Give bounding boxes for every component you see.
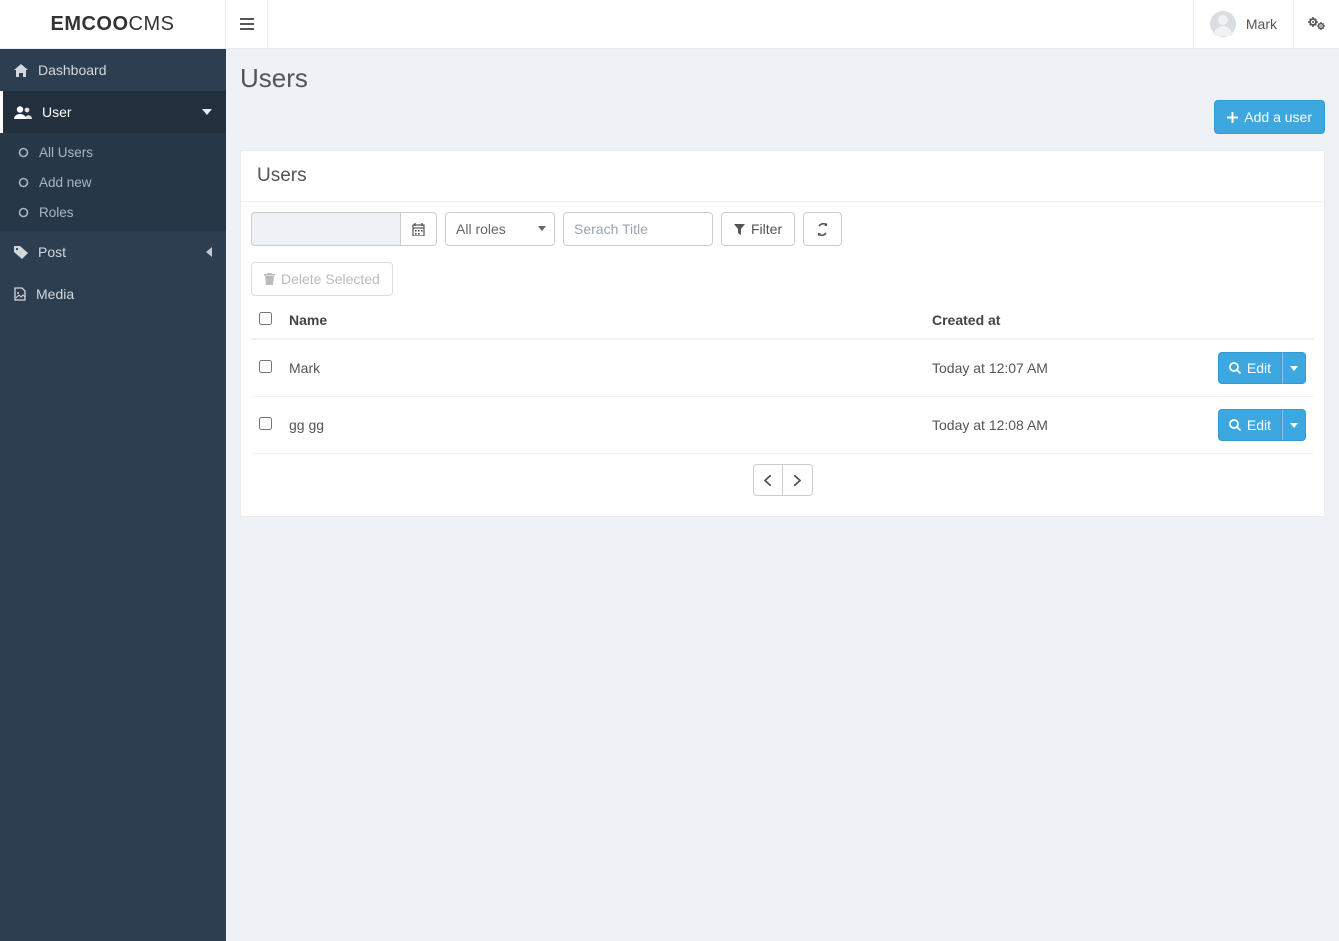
- main-content: Users Add a user Users: [226, 49, 1339, 941]
- sidebar-item-all-users[interactable]: All Users: [0, 137, 226, 167]
- avatar: [1210, 11, 1236, 37]
- panel-body: All roles Filter: [241, 202, 1324, 516]
- chevron-right-icon: [794, 475, 801, 486]
- row-name: gg gg: [281, 397, 924, 454]
- navbar-right: Mark: [1193, 0, 1339, 48]
- sidebar-item-user[interactable]: User: [0, 91, 226, 133]
- select-all-checkbox[interactable]: [259, 312, 272, 325]
- caret-down-icon: [538, 226, 546, 231]
- sidebar-item-add-new[interactable]: Add new: [0, 167, 226, 197]
- sidebar-toggle[interactable]: [226, 0, 268, 48]
- calendar-button[interactable]: [401, 212, 437, 246]
- caret-down-icon: [1290, 423, 1298, 428]
- filter-icon: [734, 224, 745, 235]
- search-icon: [1229, 362, 1241, 374]
- brand-logo[interactable]: EMCOOCMS: [50, 13, 174, 36]
- brand-bold: EMCOO: [50, 13, 128, 35]
- delete-selected-label: Delete Selected: [281, 271, 380, 287]
- edit-dropdown[interactable]: [1282, 409, 1306, 441]
- refresh-button[interactable]: [803, 212, 842, 246]
- circle-icon: [18, 177, 29, 188]
- sidebar-sub-label: Add new: [39, 175, 92, 190]
- pager: [251, 464, 1314, 496]
- roles-select-value: All roles: [456, 221, 506, 237]
- calendar-icon: [412, 223, 425, 236]
- sidebar-item-media[interactable]: Media: [0, 273, 226, 315]
- trash-icon: [264, 273, 275, 285]
- navbar-username: Mark: [1246, 16, 1277, 32]
- edit-button[interactable]: Edit: [1218, 409, 1282, 441]
- pager-prev[interactable]: [753, 464, 783, 496]
- page-title: Users: [240, 63, 1325, 94]
- sidebar: Dashboard User All Users Add new Roles P…: [0, 49, 226, 941]
- add-user-label: Add a user: [1244, 109, 1312, 125]
- caret-down-icon: [1290, 366, 1298, 371]
- add-user-row: Add a user: [240, 100, 1325, 134]
- col-actions: [1184, 302, 1314, 339]
- tag-icon: [14, 246, 28, 259]
- edit-label: Edit: [1247, 417, 1271, 433]
- row-created: Today at 12:08 AM: [924, 397, 1184, 454]
- search-icon: [1229, 419, 1241, 431]
- file-image-icon: [14, 287, 26, 301]
- sidebar-sub-label: Roles: [39, 205, 74, 220]
- chevron-left-icon: [764, 475, 771, 486]
- brand-wrap: EMCOOCMS: [0, 0, 226, 48]
- settings-button[interactable]: [1293, 0, 1339, 48]
- brand-light: CMS: [129, 13, 175, 35]
- sidebar-item-post[interactable]: Post: [0, 231, 226, 273]
- col-name: Name: [281, 302, 924, 339]
- pager-next[interactable]: [783, 464, 813, 496]
- search-input[interactable]: [563, 212, 713, 246]
- col-created: Created at: [924, 302, 1184, 339]
- row-name: Mark: [281, 339, 924, 397]
- sidebar-item-dashboard[interactable]: Dashboard: [0, 49, 226, 91]
- date-filter-group: [251, 212, 437, 246]
- date-input[interactable]: [251, 212, 401, 246]
- users-table: Name Created at MarkToday at 12:07 AM Edi…: [251, 302, 1314, 454]
- sidebar-sub-user: All Users Add new Roles: [0, 133, 226, 231]
- sidebar-label: Post: [38, 244, 66, 260]
- sidebar-label: Dashboard: [38, 62, 107, 78]
- row-created: Today at 12:07 AM: [924, 339, 1184, 397]
- sidebar-sub-label: All Users: [39, 145, 93, 160]
- delete-selected-button[interactable]: Delete Selected: [251, 262, 393, 296]
- circle-icon: [18, 147, 29, 158]
- circle-icon: [18, 207, 29, 218]
- users-icon: [14, 106, 32, 119]
- home-icon: [14, 64, 28, 77]
- panel-title: Users: [241, 151, 1324, 202]
- plus-icon: [1227, 112, 1238, 123]
- filter-label: Filter: [751, 221, 782, 237]
- row-checkbox[interactable]: [259, 417, 272, 430]
- chevron-down-icon: [202, 109, 212, 115]
- navbar-user[interactable]: Mark: [1193, 0, 1293, 48]
- col-check: [251, 302, 281, 339]
- add-user-button[interactable]: Add a user: [1214, 100, 1325, 134]
- filter-button[interactable]: Filter: [721, 212, 795, 246]
- gears-icon: [1308, 17, 1326, 31]
- filter-row: All roles Filter: [251, 212, 1314, 246]
- sidebar-label: Media: [36, 286, 74, 302]
- table-row: MarkToday at 12:07 AM Edit: [251, 339, 1314, 397]
- edit-dropdown[interactable]: [1282, 352, 1306, 384]
- refresh-icon: [816, 223, 829, 236]
- edit-label: Edit: [1247, 360, 1271, 376]
- row-checkbox[interactable]: [259, 360, 272, 373]
- menu-icon: [240, 18, 254, 30]
- sidebar-item-roles[interactable]: Roles: [0, 197, 226, 227]
- roles-select[interactable]: All roles: [445, 212, 555, 246]
- table-row: gg ggToday at 12:08 AM Edit: [251, 397, 1314, 454]
- users-panel: Users All roles: [240, 150, 1325, 517]
- sidebar-label: User: [42, 104, 72, 120]
- chevron-left-icon: [206, 247, 212, 257]
- navbar: EMCOOCMS Mark: [0, 0, 1339, 49]
- edit-button[interactable]: Edit: [1218, 352, 1282, 384]
